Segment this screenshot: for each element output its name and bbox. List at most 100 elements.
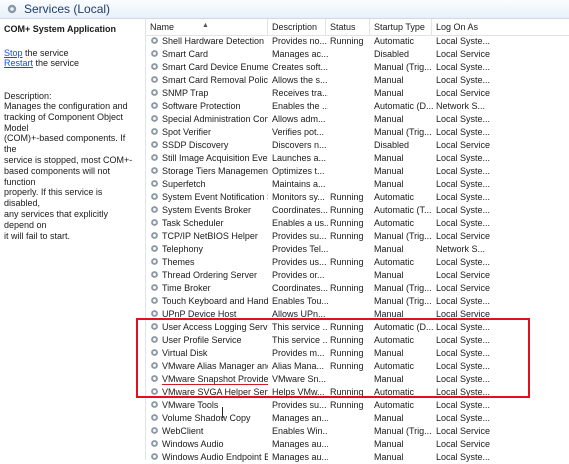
column-header-label: Name [150, 22, 175, 32]
restart-link[interactable]: Restart [4, 58, 33, 68]
service-log-on-as: Network S... [436, 101, 486, 111]
service-row[interactable]: System Events Broker Coordinates... Runnin… [146, 204, 569, 217]
service-row[interactable]: Windows Audio Manages au... Manual Local Se… [146, 438, 569, 451]
service-row[interactable]: Storage Tiers Management Optimizes t... Ma… [146, 165, 569, 178]
service-description: Provides Tel... [272, 244, 328, 254]
service-gear-icon [151, 76, 158, 83]
service-gear-icon [151, 297, 158, 304]
service-description: Enables the ... [272, 101, 328, 111]
service-name: Thread Ordering Server [150, 269, 268, 282]
service-gear-icon [151, 219, 158, 226]
service-name: Smart Card [150, 48, 268, 61]
highlight-box [136, 318, 530, 398]
service-description: Provides us... [272, 257, 327, 267]
service-status: Running [330, 257, 364, 267]
description-line: (COM)+-based components. If the [4, 133, 126, 155]
service-log-on-as: Local Syste... [436, 218, 491, 228]
column-header-status[interactable]: Status [326, 19, 370, 35]
service-description: Launches a... [272, 153, 327, 163]
text-cursor [222, 407, 223, 418]
service-name-text: Superfetch [162, 179, 206, 189]
stop-link-suffix: the service [22, 48, 69, 58]
service-gear-icon [151, 154, 158, 161]
service-name: Superfetch [150, 178, 268, 191]
stop-link[interactable]: Stop [4, 48, 23, 58]
service-gear-icon [151, 310, 158, 317]
service-gear-icon [151, 141, 158, 148]
service-name-text: SNMP Trap [162, 88, 209, 98]
column-header-label: Description [272, 22, 318, 32]
service-row[interactable]: VMware Tools Provides su... Running Automat… [146, 399, 569, 412]
service-name-text: Windows Audio [162, 439, 224, 449]
column-header-log-on-as[interactable]: Log On As [432, 19, 569, 35]
service-description: Manages au... [272, 452, 328, 462]
service-description: Provides su... [272, 400, 327, 410]
service-row[interactable]: Task Scheduler Enables a us... Running Auto… [146, 217, 569, 230]
service-row[interactable]: Themes Provides us... Running Automatic Loca… [146, 256, 569, 269]
service-row[interactable]: Software Protection Enables the ... Automa… [146, 100, 569, 113]
service-startup-type: Manual [374, 452, 404, 462]
service-row[interactable]: Volume Shadow Copy Manages an... Manual Loc… [146, 412, 569, 425]
column-header-name[interactable]: Name ▲ [146, 19, 268, 35]
service-row[interactable]: Smart Card Manages ac... Disabled Local Ser… [146, 48, 569, 61]
service-row[interactable]: Touch Keyboard and Hand... Enables Tou...… [146, 295, 569, 308]
service-row[interactable]: Thread Ordering Server Provides or... Manu… [146, 269, 569, 282]
service-row[interactable]: Smart Card Device Enumera... Creates soft… [146, 61, 569, 74]
service-startup-type: Disabled [374, 140, 410, 150]
service-gear-icon [151, 427, 158, 434]
service-log-on-as: Local Syste... [436, 413, 491, 423]
service-startup-type: Automatic [374, 192, 415, 202]
service-name: Task Scheduler [150, 217, 268, 230]
service-name-text: Still Image Acquisition Events [162, 153, 268, 163]
column-header-description[interactable]: Description [268, 19, 326, 35]
service-gear-icon [151, 167, 158, 174]
service-status: Running [330, 192, 364, 202]
service-row[interactable]: Smart Card Removal Policy Allows the s...… [146, 74, 569, 87]
service-name-text: Volume Shadow Copy [162, 413, 251, 423]
service-gear-icon [151, 284, 158, 291]
service-row[interactable]: Spot Verifier Verifies pot... Manual (Trig… [146, 126, 569, 139]
service-row[interactable]: Superfetch Maintains a... Manual Local Syst… [146, 178, 569, 191]
service-row[interactable]: Special Administration Con... Allows adm.… [146, 113, 569, 126]
description-heading: Description: [4, 91, 52, 101]
service-name-text: Smart Card [162, 49, 209, 59]
service-name: Storage Tiers Management [150, 165, 268, 178]
service-row[interactable]: Windows Audio Endpoint B... Manages au...… [146, 451, 569, 464]
service-startup-type: Automatic (T... [374, 205, 432, 215]
service-gear-icon [151, 206, 158, 213]
service-name: Still Image Acquisition Events [150, 152, 268, 165]
services-list: Shell Hardware Detection Provides no... Ru… [146, 35, 569, 464]
service-status: Running [330, 205, 364, 215]
service-name-text: WebClient [162, 426, 204, 436]
service-description: Manages the configuration and tracking o… [4, 101, 140, 241]
service-name: Windows Audio Endpoint B... [150, 451, 268, 464]
column-header-startup-type[interactable]: Startup Type [370, 19, 432, 35]
service-log-on-as: Local Syste... [436, 114, 491, 124]
service-row[interactable]: Shell Hardware Detection Provides no... Ru… [146, 35, 569, 48]
service-log-on-as: Local Syste... [436, 153, 491, 163]
service-row[interactable]: WebClient Enables Win... Manual (Trig... Lo… [146, 425, 569, 438]
service-startup-type: Manual [374, 413, 404, 423]
service-name: Windows Audio [150, 438, 268, 451]
service-log-on-as: Local Syste... [436, 192, 491, 202]
service-row[interactable]: Telephony Provides Tel... Manual Network S.… [146, 243, 569, 256]
service-status: Running [330, 400, 364, 410]
column-header-row: Name ▲ Description Status Startup Type L… [146, 19, 569, 36]
service-startup-type: Manual [374, 88, 404, 98]
service-gear-icon [151, 89, 158, 96]
service-row[interactable]: Still Image Acquisition Events Launches a… [146, 152, 569, 165]
service-row[interactable]: Time Broker Coordinates... Running Manual (… [146, 282, 569, 295]
service-name-text: System Event Notification S... [162, 192, 268, 202]
service-startup-type: Manual [374, 153, 404, 163]
service-name-text: Software Protection [162, 101, 241, 111]
service-name: Shell Hardware Detection [150, 35, 268, 48]
service-startup-type: Manual [374, 244, 404, 254]
service-row[interactable]: System Event Notification S... Monitors s… [146, 191, 569, 204]
service-row[interactable]: SSDP Discovery Discovers n... Disabled Loca… [146, 139, 569, 152]
service-name: System Events Broker [150, 204, 268, 217]
column-header-label: Log On As [436, 22, 479, 32]
service-description: Allows the s... [272, 75, 328, 85]
service-gear-icon [151, 37, 158, 44]
service-row[interactable]: SNMP Trap Receives tra... Manual Local Serv… [146, 87, 569, 100]
service-row[interactable]: TCP/IP NetBIOS Helper Provides su... Runni… [146, 230, 569, 243]
